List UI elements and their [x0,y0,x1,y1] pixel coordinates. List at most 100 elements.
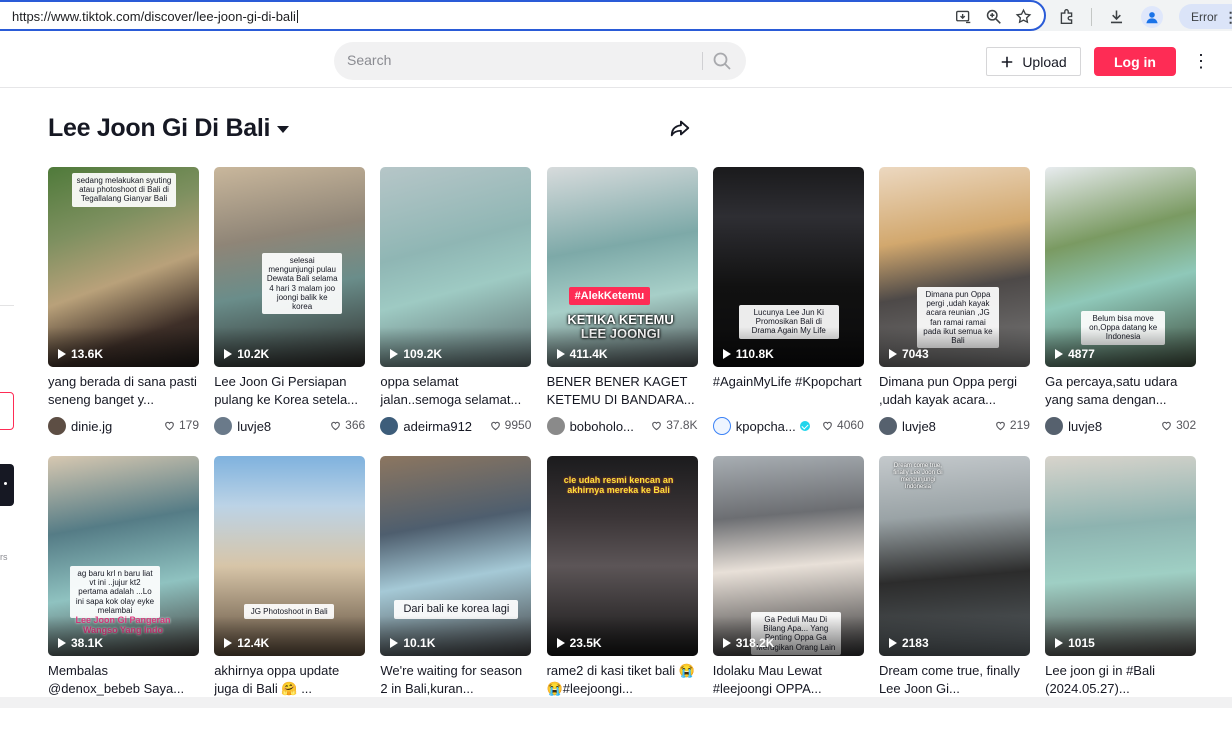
download-icon[interactable] [1108,8,1125,25]
view-count: 10.1K [390,636,435,650]
sidebar-login-button[interactable] [0,392,14,430]
video-thumbnail[interactable]: selesai mengunjungi pulau Dewata Bali se… [214,167,366,367]
username-link[interactable]: boboholo... [570,419,634,434]
extensions-icon[interactable] [1058,8,1075,25]
view-count-value: 7043 [901,347,929,361]
play-icon [58,638,66,648]
video-thumbnail[interactable]: sedang melakukan syuting atau photoshoot… [48,167,199,367]
zoom-icon[interactable] [985,8,1002,25]
title-dropdown-icon[interactable] [277,126,289,133]
video-thumbnail[interactable]: Lucunya Lee Jun Ki Promosikan Bali di Dr… [712,167,864,367]
like-count: 366 [330,418,365,432]
play-icon [390,349,399,359]
share-icon[interactable] [669,117,691,139]
url-text[interactable]: https://www.tiktok.com/discover/lee-joon… [12,9,298,24]
view-count-value: 23.5K [569,636,602,650]
video-meta: luvje8 366 [214,416,365,436]
kebab-menu-icon: ⋮ [1223,8,1232,25]
install-app-icon[interactable] [955,8,972,25]
video-caption[interactable]: Lee joon gi in #Bali (2024.05.27)... [1045,662,1196,697]
more-options-icon[interactable]: ⋮ [1192,51,1210,71]
video-thumbnail[interactable]: Dari bali ke korea lagi 10.1K [380,456,532,656]
view-count-value: 110.8K [735,347,774,361]
video-thumbnail[interactable]: Dream come true, finally Lee Joon Gi men… [878,456,1030,656]
video-overlay-text: #AlekKetemu [568,287,651,305]
like-count: 37.8K [651,418,698,432]
like-count: 179 [164,418,199,432]
video-caption[interactable]: We're waiting for season 2 in Bali,kuran… [380,662,531,697]
video-caption[interactable]: Lee Joon Gi Persiapan pulang ke Korea se… [214,373,365,408]
video-caption[interactable]: Membalas @denox_bebeb Saya... [48,662,199,697]
video-thumbnail[interactable]: ag baru krl n baru liat vt ini ..jujur k… [48,456,199,656]
bookmark-star-icon[interactable] [1015,8,1032,25]
avatar[interactable] [1045,417,1064,435]
heart-icon [490,421,500,430]
video-meta: adeirma912 9950 [380,416,531,436]
avatar[interactable] [546,417,565,435]
video-caption[interactable]: yang berada di sana pasti seneng banget … [48,373,199,408]
view-count: 38.1K [58,636,103,650]
username-link[interactable]: luvje8 [1068,419,1102,434]
play-icon [888,349,897,359]
video-thumbnail[interactable]: cle udah resmi kencan an akhirnya mereka… [546,456,698,656]
play-icon [722,349,731,359]
video-thumbnail[interactable]: Ga Peduli Mau Di Bilang Apa... Yang Pent… [712,456,864,656]
video-overlay-text: cle udah resmi kencan an akhirnya mereka… [563,475,674,496]
address-bar[interactable]: https://www.tiktok.com/discover/lee-joon… [0,0,1046,31]
video-caption[interactable]: #AgainMyLife #Kpopchart [713,373,864,408]
play-icon [224,349,233,359]
like-count-value: 366 [345,418,366,432]
login-button[interactable]: Log in [1094,47,1176,76]
view-count-value: 12.4K [237,636,270,650]
video-caption[interactable]: oppa selamat jalan..semoga selamat... [380,373,531,408]
video-caption[interactable]: Ga percaya,satu udara yang sama dengan..… [1045,373,1196,408]
video-caption[interactable]: rame2 di kasi tiket bali 😭😭#leejoongi... [547,662,698,697]
video-card[interactable]: Belum bisa move on,Oppa datang ke Indone… [1045,167,1197,456]
video-thumbnail[interactable]: #AlekKetemuKETIKA KETEMU LEE JOONGI411.4… [546,167,698,367]
view-count: 7043 [888,347,929,361]
play-icon [1055,638,1064,648]
video-caption[interactable]: BENER BENER KAGET KETEMU DI BANDARA... [547,373,698,408]
avatar[interactable] [48,417,66,435]
video-thumbnail[interactable]: JG Photoshoot in Bali 12.4K [214,456,366,656]
search-icon[interactable] [712,51,732,71]
page-bottom-strip [0,697,1232,708]
toolbar-divider [1091,7,1092,26]
username-link[interactable]: luvje8 [237,419,271,434]
view-count: 23.5K [556,636,602,650]
video-thumbnail[interactable]: Belum bisa move on,Oppa datang ke Indone… [1045,167,1197,367]
video-card[interactable]: Dimana pun Oppa pergi ,udah kayak acara … [878,167,1030,456]
video-caption[interactable]: Idolaku Mau Lewat #leejoongi OPPA... [713,662,864,697]
username-link[interactable]: dinie.jg [71,419,112,434]
video-thumbnail[interactable]: 1015 [1045,456,1197,656]
username-link[interactable]: adeirma912 [403,419,472,434]
avatar[interactable] [712,417,731,435]
username-link[interactable]: kpopcha... [736,419,796,434]
video-card[interactable]: sedang melakukan syuting atau photoshoot… [48,167,199,456]
video-thumbnail[interactable]: 109.2K [380,167,532,367]
video-caption[interactable]: akhirnya oppa update juga di Bali 🤗 ... [214,662,365,697]
video-thumbnail[interactable]: Dimana pun Oppa pergi ,udah kayak acara … [878,167,1030,367]
heart-icon [996,421,1005,430]
upload-button[interactable]: Upload [986,47,1081,76]
video-card[interactable]: 109.2K oppa selamat jalan..semoga selamat… [380,167,532,456]
video-card[interactable]: selesai mengunjungi pulau Dewata Bali se… [214,167,366,456]
play-icon [556,638,565,648]
profile-avatar-icon[interactable] [1141,5,1163,28]
avatar[interactable] [878,417,897,435]
heart-icon [165,421,174,430]
video-overlay-text: sedang melakukan syuting atau photoshoot… [72,173,176,207]
video-caption[interactable]: Dimana pun Oppa pergi ,udah kayak acara.… [879,373,1030,408]
profile-error-button[interactable]: Error ⋮ [1179,4,1232,29]
video-card[interactable]: Lucunya Lee Jun Ki Promosikan Bali di Dr… [712,167,864,456]
avatar[interactable] [380,417,399,435]
search-input[interactable] [347,52,687,68]
like-count: 219 [995,418,1030,432]
video-caption[interactable]: Dream come true, finally Lee Joon Gi... [879,662,1030,697]
view-count: 110.8K [722,347,774,361]
avatar[interactable] [214,417,233,435]
username-link[interactable]: luvje8 [902,419,936,434]
sidebar-effect-button[interactable] [0,464,14,506]
video-card[interactable]: #AlekKetemuKETIKA KETEMU LEE JOONGI411.4… [546,167,698,456]
heart-icon [331,421,340,430]
